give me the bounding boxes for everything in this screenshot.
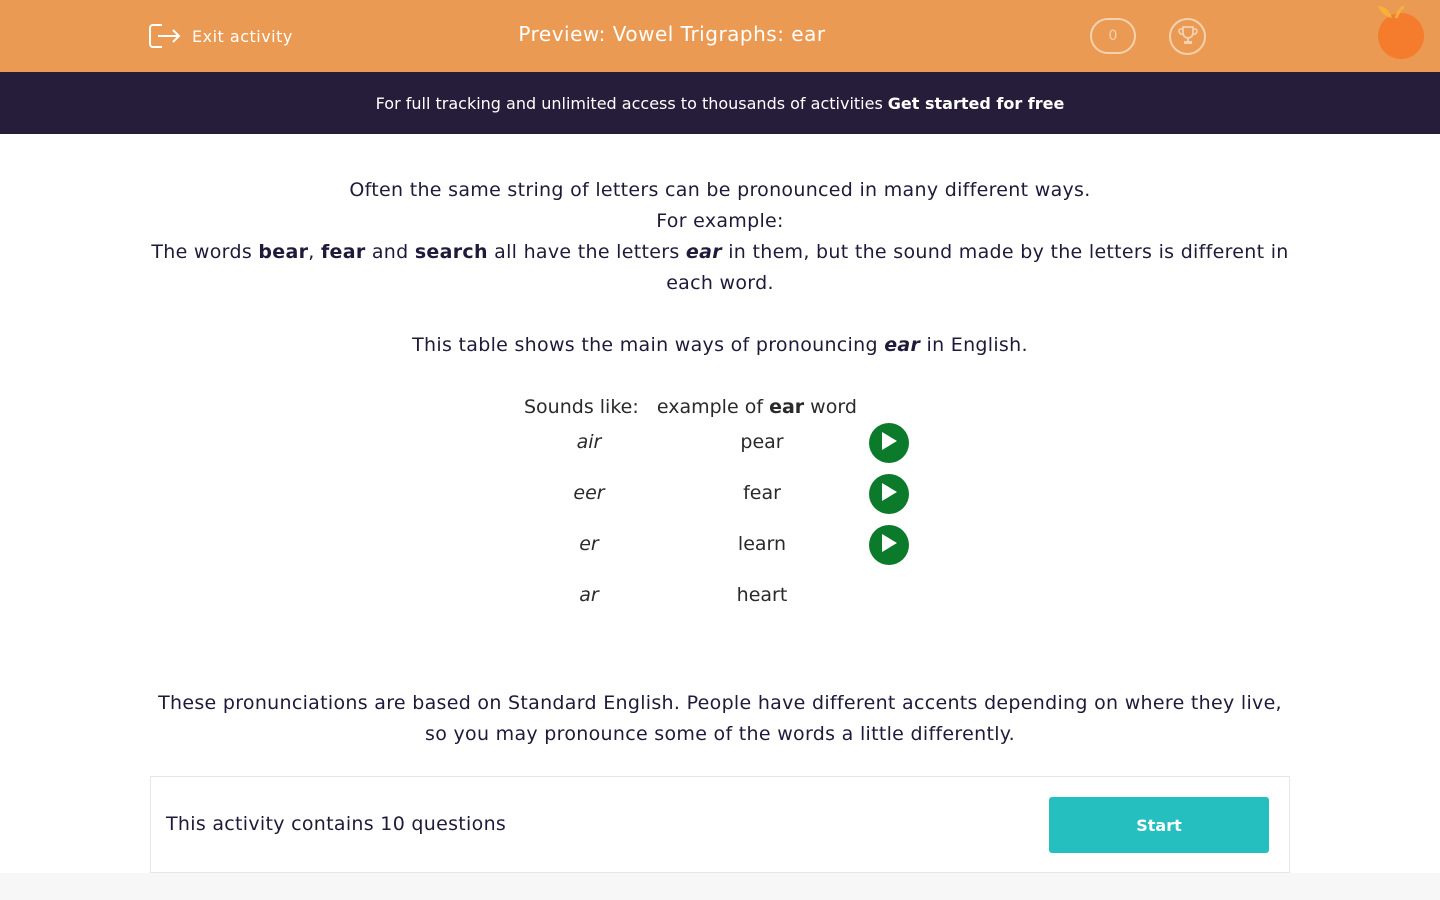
intro-paragraph-4: This table shows the main ways of pronou…: [150, 330, 1290, 361]
text-span: in them, but the sound made by the lette…: [666, 241, 1289, 294]
play-audio-button[interactable]: [869, 525, 909, 565]
accent-note: These pronunciations are based on Standa…: [158, 692, 1282, 745]
table-row: air pear: [0, 423, 1440, 463]
text-span: The words: [151, 241, 259, 263]
play-icon: [880, 482, 898, 507]
table-row: er learn: [0, 525, 1440, 565]
word-cell: learn: [737, 533, 787, 555]
letters-ear: ear: [685, 241, 722, 263]
text-span: word: [804, 396, 857, 418]
example-word-search: search: [414, 241, 488, 263]
header-ear: ear: [769, 396, 805, 418]
orange-logo[interactable]: [1374, 4, 1430, 62]
play-icon: [880, 431, 898, 456]
activity-start-panel: This activity contains 10 questions Star…: [150, 776, 1290, 873]
top-header: Exit activity Preview: Vowel Trigraphs: …: [0, 0, 1440, 72]
text-span: all have the letters: [487, 241, 686, 263]
sound-cell: er: [579, 533, 599, 555]
word-cell: fear: [743, 482, 781, 504]
intro-line-1: Often the same string of letters can be …: [349, 179, 1091, 201]
trophy-button[interactable]: [1169, 18, 1206, 55]
intro-paragraph-3: The words bear, fear and search all have…: [150, 237, 1290, 299]
word-cell: heart: [736, 584, 788, 606]
sound-cell: ar: [579, 584, 599, 606]
question-count: This activity contains 10 questions: [166, 813, 507, 835]
text-span: example of: [656, 396, 770, 418]
letters-ear: ear: [884, 334, 921, 356]
header-sounds-like: Sounds like:: [524, 396, 639, 418]
play-audio-button[interactable]: [869, 423, 909, 463]
page-title: Preview: Vowel Trigraphs: ear: [518, 22, 826, 46]
word-cell: pear: [740, 431, 784, 453]
text-span: This table shows the main ways of pronou…: [412, 334, 885, 356]
sound-cell: air: [576, 431, 602, 453]
play-audio-button[interactable]: [869, 474, 909, 514]
text-span: ,: [308, 241, 321, 263]
trophy-icon: [1177, 24, 1199, 50]
table-row: eer fear: [0, 474, 1440, 514]
sound-cell: eer: [573, 482, 605, 504]
header-example: example of ear word: [657, 396, 857, 418]
intro-text: Often the same string of letters can be …: [150, 175, 1290, 361]
footer-strip: [0, 873, 1440, 900]
text-span: in English.: [920, 334, 1028, 356]
text-span: and: [365, 241, 415, 263]
table-header: Sounds like: example of ear word: [524, 396, 857, 418]
banner-text: For full tracking and unlimited access t…: [375, 93, 883, 113]
get-started-link[interactable]: Get started for free: [888, 94, 1065, 113]
score-badge: 0: [1090, 18, 1136, 54]
start-button[interactable]: Start: [1049, 797, 1269, 853]
table-row: ar heart: [0, 576, 1440, 616]
intro-line-2: For example:: [656, 210, 784, 232]
example-word-fear: fear: [320, 241, 366, 263]
signup-banner: For full tracking and unlimited access t…: [0, 72, 1440, 134]
play-icon: [880, 533, 898, 558]
example-word-bear: bear: [258, 241, 309, 263]
